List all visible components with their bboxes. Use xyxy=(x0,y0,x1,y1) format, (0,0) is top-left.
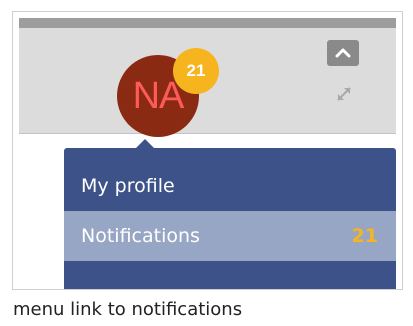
chevron-up-icon xyxy=(335,48,351,58)
collapse-button[interactable] xyxy=(327,40,359,66)
notifications-count: 21 xyxy=(351,225,378,247)
image-caption: menu link to notifications xyxy=(13,299,243,320)
menu-pointer-caret xyxy=(136,139,154,148)
screenshot-frame: NA 21 My profile Notifications 21 xyxy=(12,11,403,290)
notification-count-badge[interactable]: 21 xyxy=(173,48,219,94)
expand-arrows-icon[interactable] xyxy=(332,82,356,106)
menu-item-my-profile[interactable]: My profile xyxy=(64,161,396,211)
menu-item-notifications[interactable]: Notifications 21 xyxy=(64,211,396,261)
menu-item-label: My profile xyxy=(81,175,175,197)
menu-item-label: Notifications xyxy=(81,225,200,247)
header-panel: NA 21 xyxy=(19,28,396,137)
top-bar xyxy=(19,18,396,28)
user-dropdown-menu: My profile Notifications 21 xyxy=(64,148,396,289)
